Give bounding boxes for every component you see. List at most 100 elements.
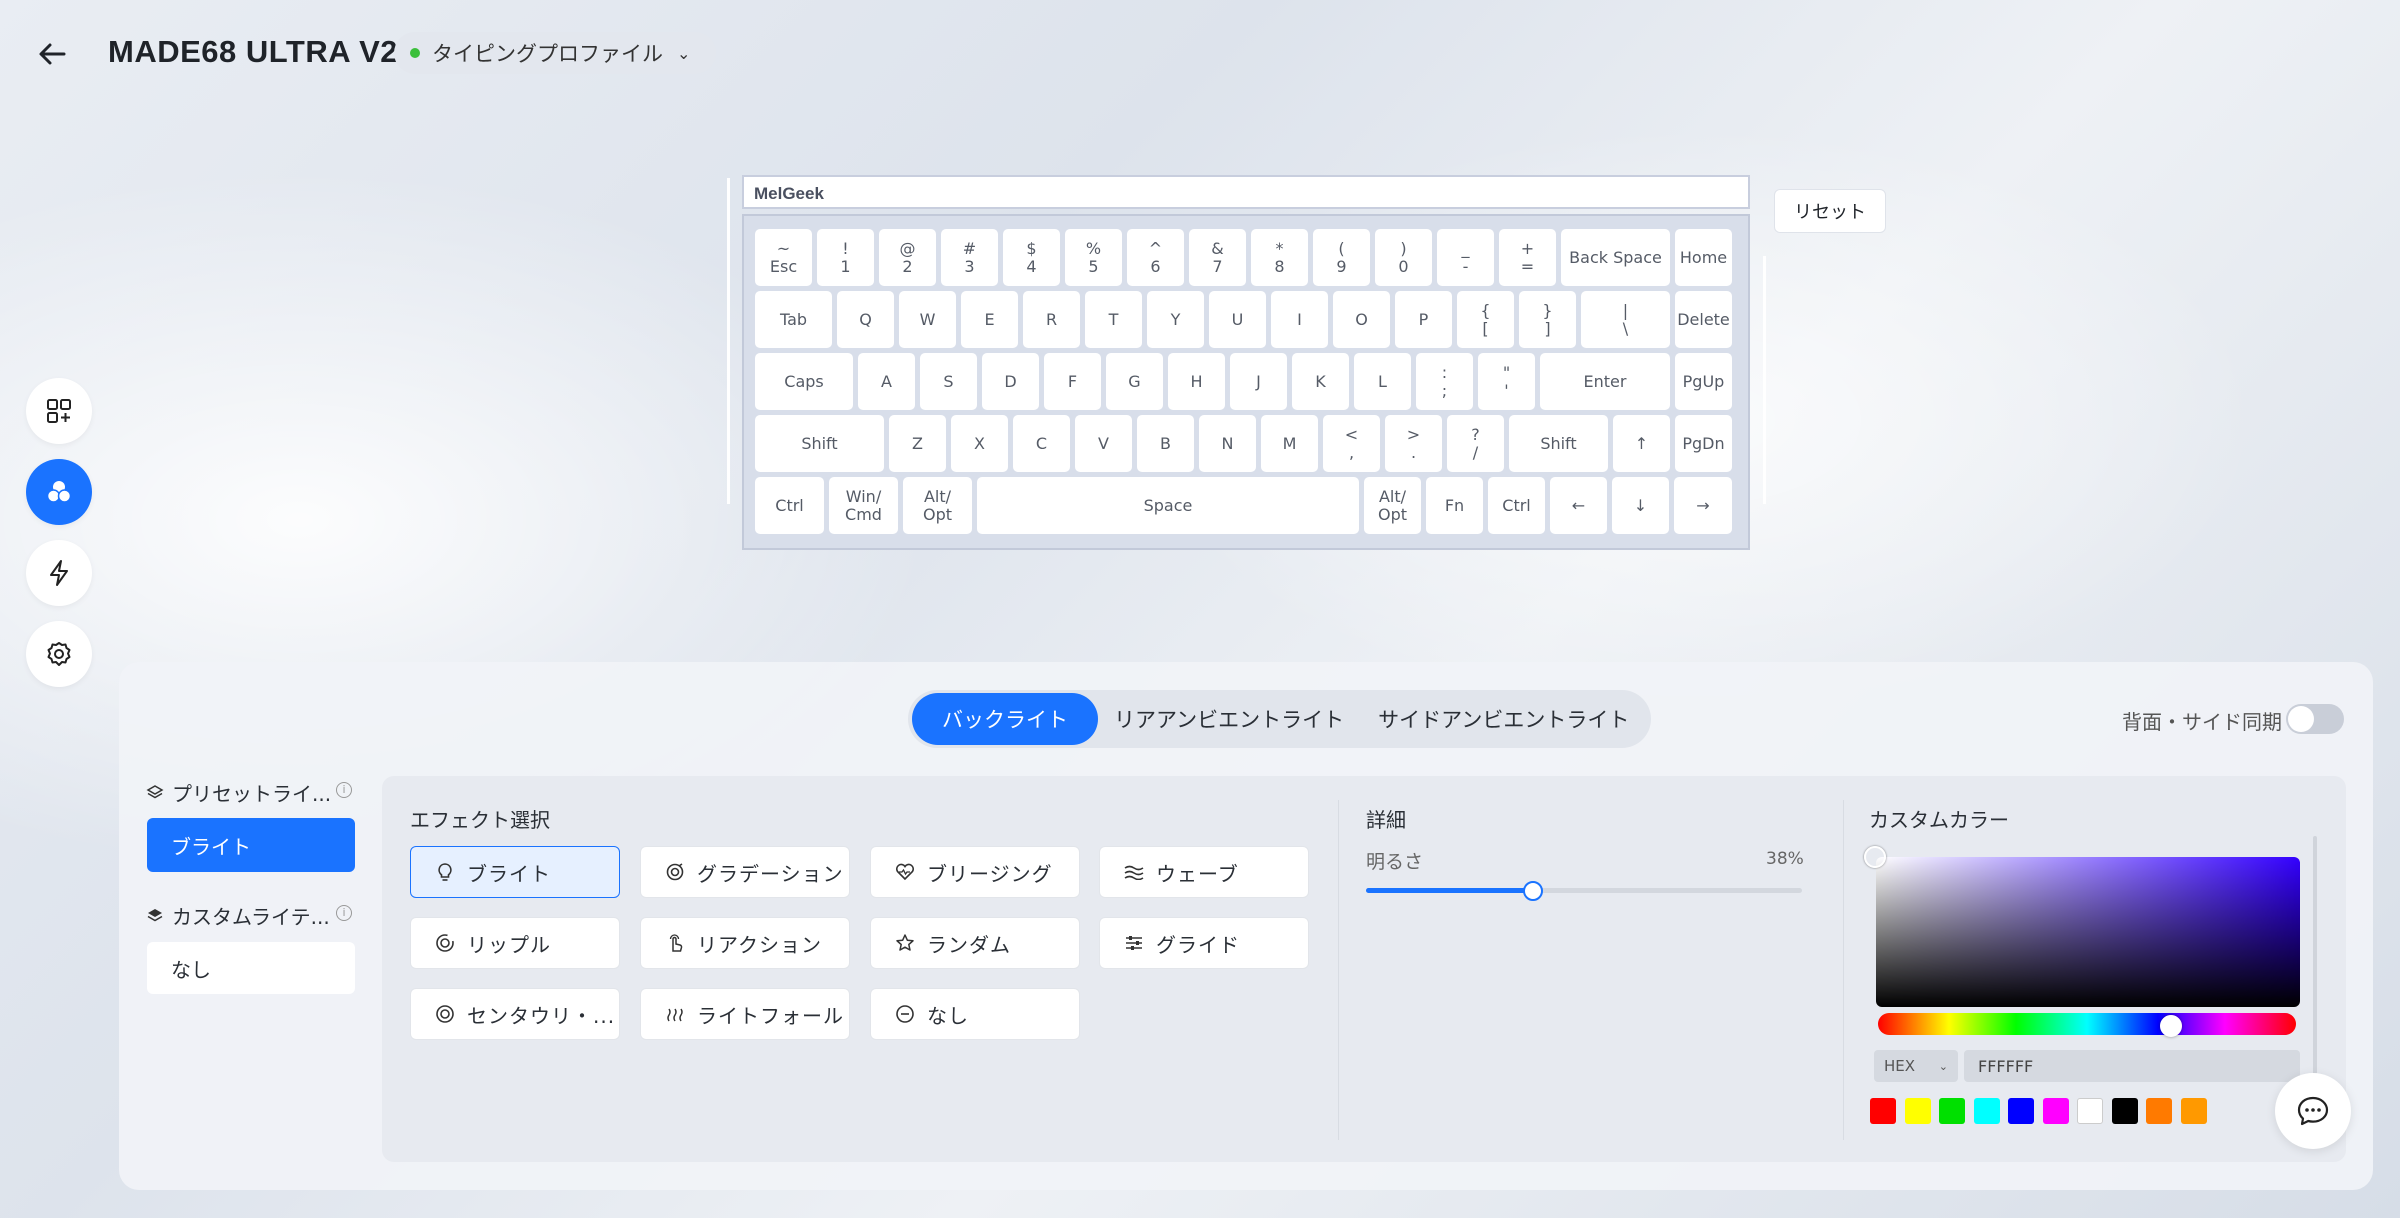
key-comma[interactable]: <,	[1323, 415, 1380, 472]
key-backspace[interactable]: Back Space	[1561, 229, 1670, 286]
key-h[interactable]: H	[1168, 353, 1225, 410]
sync-toggle[interactable]	[2286, 704, 2344, 734]
nav-keymap-button[interactable]	[26, 378, 92, 444]
key-3[interactable]: #3	[941, 229, 998, 286]
key-e[interactable]: E	[961, 291, 1018, 348]
key-x[interactable]: X	[951, 415, 1008, 472]
effect-centauri[interactable]: センタウリ・...	[410, 988, 620, 1040]
key-up[interactable]: ↑	[1613, 415, 1670, 472]
key-backslash[interactable]: | \	[1581, 291, 1670, 348]
key-4[interactable]: $4	[1003, 229, 1060, 286]
effect-gradation[interactable]: グラデーション	[640, 846, 850, 898]
key-9[interactable]: (9	[1313, 229, 1370, 286]
color-swatch[interactable]	[1939, 1098, 1965, 1124]
profile-dropdown[interactable]: タイピングプロファイル ⌄	[394, 32, 717, 74]
key-minus[interactable]: _ -	[1437, 229, 1494, 286]
color-swatch[interactable]	[2111, 1098, 2138, 1124]
key-r[interactable]: R	[1023, 291, 1080, 348]
back-arrow-icon[interactable]	[34, 36, 70, 72]
key-p[interactable]: P	[1395, 291, 1452, 348]
key-pgdn[interactable]: PgDn	[1675, 415, 1732, 472]
key-quote[interactable]: " '	[1478, 353, 1535, 410]
tab-rear-ambient[interactable]: リアアンビエントライト	[1098, 693, 1360, 745]
key-right-arrow[interactable]: →	[1674, 477, 1732, 534]
info-icon[interactable]: i	[336, 905, 352, 921]
key-right-bracket[interactable]: }]	[1519, 291, 1576, 348]
scrollbar[interactable]	[2313, 836, 2317, 1076]
effect-wave[interactable]: ウェーブ	[1099, 846, 1309, 898]
key-left-shift[interactable]: Shift	[755, 415, 884, 472]
color-swatch[interactable]	[2042, 1098, 2069, 1124]
tab-side-ambient[interactable]: サイドアンビエントライト	[1360, 693, 1647, 745]
key-caps[interactable]: Caps	[755, 353, 853, 410]
key-delete[interactable]: Delete	[1675, 291, 1732, 348]
key-right-ctrl[interactable]: Ctrl	[1488, 477, 1545, 534]
key-y[interactable]: Y	[1147, 291, 1204, 348]
key-semicolon[interactable]: :;	[1416, 353, 1473, 410]
tab-backlight[interactable]: バックライト	[912, 693, 1098, 745]
key-2[interactable]: @2	[879, 229, 936, 286]
effect-random[interactable]: ランダム	[870, 917, 1080, 969]
key-d[interactable]: D	[982, 353, 1039, 410]
custom-item-none[interactable]: なし	[147, 942, 355, 994]
key-n[interactable]: N	[1199, 415, 1256, 472]
effect-ripple[interactable]: リップル	[410, 917, 620, 969]
color-swatch[interactable]	[1973, 1098, 2000, 1124]
key-b[interactable]: B	[1137, 415, 1194, 472]
key-t[interactable]: T	[1085, 291, 1142, 348]
key-u[interactable]: U	[1209, 291, 1266, 348]
key-v[interactable]: V	[1075, 415, 1132, 472]
key-right-alt[interactable]: Alt/Opt	[1364, 477, 1421, 534]
effect-breathing[interactable]: ブリージング	[870, 846, 1080, 898]
color-swatch[interactable]	[1904, 1098, 1931, 1124]
key-j[interactable]: J	[1230, 353, 1287, 410]
key-c[interactable]: C	[1013, 415, 1070, 472]
key-down-arrow[interactable]: ↓	[1612, 477, 1669, 534]
color-swatch[interactable]	[2146, 1098, 2172, 1124]
key-i[interactable]: I	[1271, 291, 1328, 348]
hex-color-input[interactable]	[1964, 1050, 2300, 1082]
key-equal[interactable]: + =	[1499, 229, 1556, 286]
key-6[interactable]: ^ 6	[1127, 229, 1184, 286]
key-l[interactable]: L	[1354, 353, 1411, 410]
key-w[interactable]: W	[899, 291, 956, 348]
key-tab[interactable]: Tab	[755, 291, 832, 348]
key-q[interactable]: Q	[837, 291, 894, 348]
key-m[interactable]: M	[1261, 415, 1318, 472]
effect-reaction[interactable]: リアクション	[640, 917, 850, 969]
effect-bright[interactable]: ブライト	[410, 846, 620, 898]
key-o[interactable]: O	[1333, 291, 1390, 348]
preset-item-bright[interactable]: ブライト	[147, 818, 355, 872]
brightness-slider[interactable]	[1366, 881, 1802, 901]
key-left-ctrl[interactable]: Ctrl	[755, 477, 824, 534]
key-left-bracket[interactable]: {[	[1457, 291, 1514, 348]
key-enter[interactable]: Enter	[1540, 353, 1670, 410]
key-win-cmd[interactable]: Win/Cmd	[829, 477, 898, 534]
key-space[interactable]: Space	[977, 477, 1359, 534]
color-swatch[interactable]	[2180, 1098, 2207, 1124]
slider-handle[interactable]	[1522, 881, 1543, 901]
nav-performance-button[interactable]	[26, 540, 92, 606]
key-right-shift[interactable]: Shift	[1509, 415, 1608, 472]
key-slash[interactable]: ? /	[1447, 415, 1504, 472]
key-k[interactable]: K	[1292, 353, 1349, 410]
key-z[interactable]: Z	[889, 415, 946, 472]
key-left-arrow[interactable]: ←	[1550, 477, 1607, 534]
key-pgup[interactable]: PgUp	[1675, 353, 1732, 410]
key-g[interactable]: G	[1106, 353, 1163, 410]
key-a[interactable]: A	[858, 353, 915, 410]
info-icon[interactable]: i	[336, 782, 352, 798]
key-fn[interactable]: Fn	[1426, 477, 1483, 534]
key-1[interactable]: ! 1	[817, 229, 874, 286]
nav-settings-button[interactable]	[26, 621, 92, 687]
key-left-alt[interactable]: Alt/Opt	[903, 477, 972, 534]
key-home[interactable]: Home	[1675, 229, 1732, 286]
hue-slider[interactable]	[1878, 1013, 2296, 1035]
chat-button[interactable]	[2275, 1073, 2351, 1149]
key-s[interactable]: S	[920, 353, 977, 410]
reset-button[interactable]: リセット	[1774, 189, 1886, 233]
effect-none[interactable]: なし	[870, 988, 1080, 1040]
key-5[interactable]: % 5	[1065, 229, 1122, 286]
effect-glide[interactable]: グライド	[1099, 917, 1309, 969]
key-esc[interactable]: ~ Esc	[755, 229, 812, 286]
